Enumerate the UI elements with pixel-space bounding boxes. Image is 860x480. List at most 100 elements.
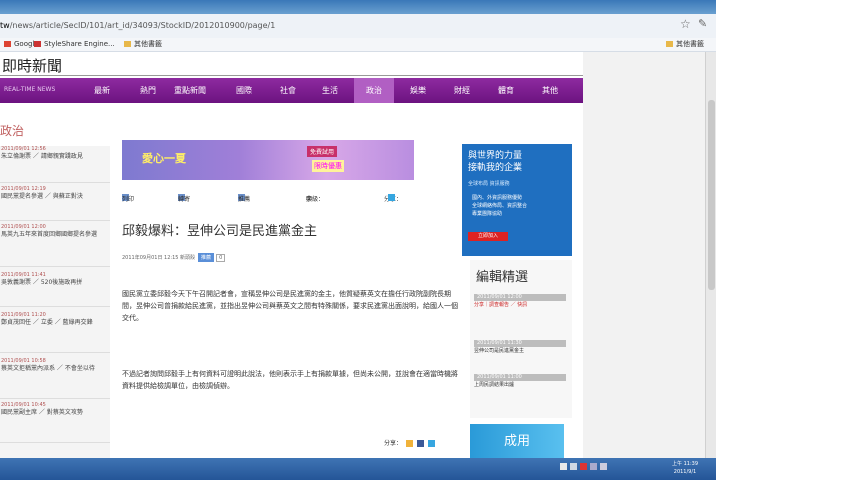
item-title[interactable]: 吳敦義謝票 ／ 520後施政再拼 <box>1 278 110 287</box>
vertical-scrollbar[interactable] <box>705 52 716 458</box>
banner-headline: 愛心一夏 <box>142 152 186 165</box>
web-page: 即時新聞 REAL-TIME NEWS 最新 熱門 重點新聞 國際 社會 生活 … <box>0 52 716 458</box>
item-title[interactable]: 朱立倫謝票 ／ 請鄉親實踐政見 <box>1 152 110 161</box>
site-title[interactable]: 即時新聞 <box>2 55 62 76</box>
font-size-small[interactable]: 小 <box>306 194 312 203</box>
article-paragraph: 不過記者詢問邱毅手上有何資料可證明此說法，他則表示手上有捐款單據，但尚未公開，並… <box>122 370 458 390</box>
scrollbar-thumb[interactable] <box>708 100 715 290</box>
ad-bullet: 國內、外資訊服務優勢 <box>472 195 523 201</box>
list-item[interactable]: 2011/09/01 11:41 吳敦義謝票 ／ 520後施政再拼 <box>0 272 110 307</box>
pick-text-wrap: 分享｜調查報告 ／ 快訊 <box>474 302 566 309</box>
browser-window: tw/news/article/SecID/101/art_id/34093/S… <box>0 0 716 458</box>
taskbar: 上午 11:39 2011/9/1 <box>0 458 716 480</box>
url-host: tw <box>0 21 10 30</box>
editors-pick-item[interactable]: 2011/09/01 12:00 分享｜調查報告 ／ 快訊 <box>474 294 566 309</box>
bookmark-icon <box>34 41 41 47</box>
twitter-icon[interactable] <box>388 194 395 201</box>
item-title[interactable]: 蔡英文拒稱黨內派系 ／ 不會坐以待 <box>1 364 110 373</box>
volume-icon[interactable] <box>590 462 597 470</box>
folder-icon <box>124 41 131 47</box>
desktop: tw/news/article/SecID/101/art_id/34093/S… <box>0 0 860 480</box>
share-label: 分享： <box>384 440 403 447</box>
network-icon[interactable] <box>570 462 577 470</box>
pick-text[interactable]: 分享｜調查報告 ／ 快訊 <box>474 302 527 308</box>
other-bookmarks-label: 其他書籤 <box>676 40 704 48</box>
item-title[interactable]: 國民黨提名參選 ／ 與蘇正對決 <box>1 192 110 201</box>
editors-picks-title: 編輯精選 <box>476 270 529 285</box>
title-divider <box>0 75 583 76</box>
ad-bullet: 全球網絡佈局、資訊整合 <box>472 203 528 209</box>
item-title[interactable]: 鄭貞茂回任 ／ 立委 ／ 藍綠再交鋒 <box>1 318 110 327</box>
news-list: 2011/09/01 12:56 朱立倫謝票 ／ 請鄉親實踐政見 2011/09/… <box>0 146 110 458</box>
email-label: 轉寄 <box>178 196 191 203</box>
bookmark-styleshare[interactable]: StyleShare Engine... <box>34 38 115 51</box>
language-icon[interactable] <box>560 462 567 470</box>
article-tools: 列印 轉寄 推薦 字級： 大 中 小 分享： <box>122 194 460 206</box>
bookmark-folder[interactable]: 其他書籤 <box>124 38 162 51</box>
facebook-icon[interactable] <box>417 440 425 447</box>
nav-item[interactable]: 最新 <box>84 78 120 103</box>
side-ad[interactable]: 與世界的力量 接軌我的企業 全球布局 資訊服務 國內、外資訊服務優勢 全球網絡佈… <box>462 144 572 256</box>
window-top-edge <box>0 0 716 14</box>
editors-pick-item[interactable]: 2011/09/01 11:00 上周民調結果出爐 <box>474 374 566 389</box>
editors-picks: 編輯精選 2011/09/01 12:00 分享｜調查報告 ／ 快訊 2011/0… <box>470 260 572 418</box>
clock-date: 2011/9/1 <box>673 469 697 475</box>
nav-item[interactable]: 國際 <box>226 78 262 103</box>
nav-item-active[interactable]: 政治 <box>354 78 394 103</box>
list-item[interactable]: 2011/09/01 12:00 馬英九五年來首度回鄉國鄉提名參選 <box>0 224 110 267</box>
list-item[interactable]: 2011/09/01 10:45 國民黨副主席 ／ 對蔡英文攻勢 <box>0 402 110 443</box>
pick-date: 2011/09/01 11:00 <box>474 374 566 381</box>
clock-time: 上午 11:39 <box>672 461 698 467</box>
list-item[interactable]: 2011/09/01 10:58 蔡英文拒稱黨內派系 ／ 不會坐以待 <box>0 358 110 399</box>
nav-item[interactable]: 熱門 <box>130 78 166 103</box>
nav-item[interactable]: 其他 <box>532 78 568 103</box>
article-headline: 邱毅爆料：昱伸公司是民進黨金主 <box>122 224 318 239</box>
like-count: 0 <box>216 254 226 262</box>
nav-item[interactable]: 社會 <box>270 78 306 103</box>
nav-item[interactable]: 體育 <box>488 78 524 103</box>
recommend-label: 推薦 <box>238 196 251 203</box>
other-bookmarks[interactable]: 其他書籤 <box>666 38 704 51</box>
desktop-blank-area <box>716 0 860 480</box>
article-date-source: 2011年09月01日 12:15 新頭殼 <box>122 255 196 261</box>
nav-item[interactable]: 重點新聞 <box>172 78 208 103</box>
bottom-share-bar: 分享： <box>384 438 436 447</box>
item-title[interactable]: 馬英九五年來首度回鄉國鄉提名參選 <box>1 230 110 239</box>
nav-item[interactable]: 財經 <box>444 78 480 103</box>
folder-icon <box>666 41 673 47</box>
list-item[interactable]: 2011/09/01 12:19 國民黨提名參選 ／ 與蘇正對決 <box>0 186 110 221</box>
main-nav: REAL-TIME NEWS 最新 熱門 重點新聞 國際 社會 生活 政治 娛樂… <box>0 78 583 103</box>
twitter-icon[interactable] <box>428 440 436 447</box>
nav-item[interactable]: 生活 <box>312 78 348 103</box>
print-label: 列印 <box>122 196 135 203</box>
page-gutter <box>583 52 716 458</box>
pick-text[interactable]: 上周民調結果出爐 <box>474 382 566 389</box>
ad2-text: 成用 <box>504 434 531 449</box>
section-title: 政治 <box>0 124 25 138</box>
url-field[interactable]: tw/news/article/SecID/101/art_id/34093/S… <box>0 18 660 33</box>
item-title[interactable]: 國民黨副主席 ／ 對蔡英文攻勢 <box>1 408 110 417</box>
ad-subtitle: 全球布局 資訊服務 <box>468 181 510 187</box>
pick-text[interactable]: 昱伸公司是民進黨金主 <box>474 348 566 355</box>
bottom-side-ad[interactable]: 成用 <box>470 424 564 458</box>
like-button[interactable]: 推薦 <box>198 253 215 262</box>
banner-ad[interactable]: 愛心一夏 免費試用 限時優惠 <box>122 140 414 180</box>
url-path: /news/article/SecID/101/art_id/34093/Sto… <box>9 21 276 30</box>
flag-icon[interactable] <box>600 462 607 470</box>
clock[interactable]: 上午 11:39 2011/9/1 <box>665 460 705 476</box>
banner-sub: 限時優惠 <box>312 160 344 172</box>
wrench-menu-icon[interactable]: ✎ <box>698 17 707 30</box>
list-item[interactable]: 2011/09/01 11:20 鄭貞茂回任 ／ 立委 ／ 藍綠再交鋒 <box>0 312 110 353</box>
security-icon[interactable] <box>580 462 587 470</box>
system-tray <box>560 462 660 476</box>
nav-item[interactable]: 娛樂 <box>400 78 436 103</box>
address-bar: tw/news/article/SecID/101/art_id/34093/S… <box>0 14 716 39</box>
ad-bullets: 國內、外資訊服務優勢 全球網絡佈局、資訊整合 專業團隊協助 <box>472 194 527 218</box>
ad-join-button[interactable]: 立即加入 <box>468 232 508 241</box>
bookmark-star-icon[interactable]: ☆ <box>680 17 691 31</box>
bookmark-label: StyleShare Engine... <box>44 40 115 48</box>
list-item[interactable]: 2011/09/01 12:56 朱立倫謝票 ／ 請鄉親實踐政見 <box>0 146 110 183</box>
editors-pick-item[interactable]: 2011/09/01 11:30 昱伸公司是民進黨金主 <box>474 340 566 355</box>
bookmarks-bar: Google StyleShare Engine... 其他書籤 其他書籤 <box>0 38 716 52</box>
plurk-icon[interactable] <box>406 440 414 447</box>
